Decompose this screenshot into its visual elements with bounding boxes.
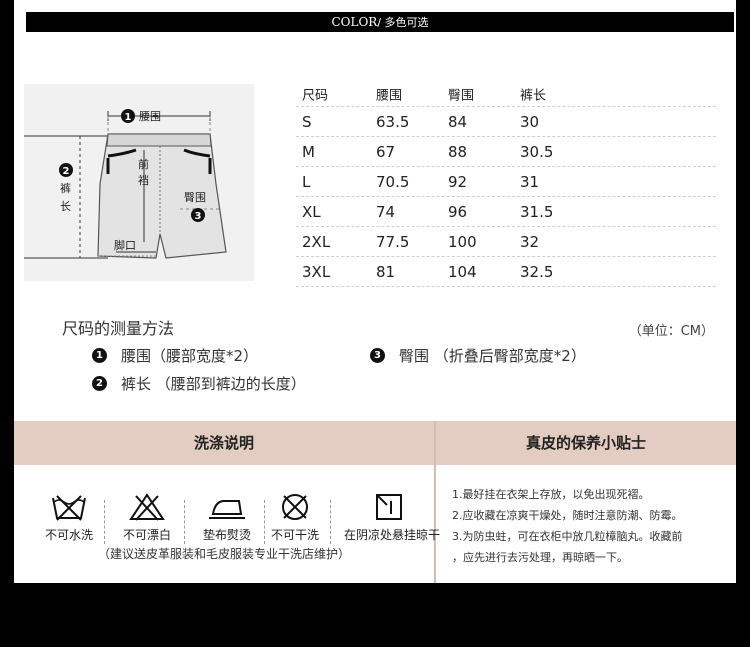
badge-3: 3: [370, 348, 385, 363]
cell-length: 30.5: [520, 142, 554, 161]
hem-label: 脚口: [114, 238, 136, 252]
measure-item-length: 2 裤长 （腰部到裤边的长度）: [92, 373, 306, 394]
cell-length: 32.5: [520, 262, 554, 281]
measure-text: 臀围 （折叠后臀部宽度*2）: [399, 347, 586, 365]
cell-length: 32: [520, 232, 540, 251]
cell-waist: 67: [376, 142, 396, 161]
cell-hip: 84: [448, 112, 468, 131]
tip-line: ，应先进行去污处理，再晾晒一下。: [452, 551, 628, 564]
crotch-label-2: 裆: [138, 174, 149, 187]
length-label-2: 长: [60, 200, 71, 213]
cell-size: 3XL: [302, 262, 331, 281]
divider: [330, 500, 332, 544]
no-dry-clean-icon: 不可干洗: [256, 492, 334, 543]
measure-title: 尺码的测量方法: [62, 319, 175, 338]
svg-text:2: 2: [63, 166, 70, 177]
cell-length: 30: [520, 112, 540, 131]
cell-size: S: [302, 112, 312, 131]
icon-label: 不可水洗: [44, 528, 93, 542]
hang-dry-shade-icon: 在阴凉处悬挂晾干: [344, 492, 441, 543]
cell-size: 2XL: [302, 232, 331, 251]
care-note: （建议送皮革服装和毛皮服装专业干洗店维护）: [97, 547, 350, 561]
svg-text:3: 3: [195, 211, 202, 222]
hip-label: 臀围: [184, 191, 206, 204]
table-row: 2XL 77.5 100 32: [296, 227, 716, 257]
tips-title: 真皮的保养小贴士: [525, 434, 646, 452]
table-header-row: 尺码 腰围 臀围 裤长: [296, 82, 716, 107]
shorts-illustration: 1 2 3 腰围 裤 长 前 裆 臀围 脚口: [24, 109, 227, 259]
shorts-diagram: 1 2 3 腰围 裤 长 前 裆 臀围 脚口: [24, 84, 254, 281]
badge-1: 1: [92, 348, 107, 363]
cell-waist: 70.5: [376, 172, 410, 191]
cell-length: 31: [520, 172, 540, 191]
cell-length: 31.5: [520, 202, 554, 221]
table-row: L 70.5 92 31: [296, 167, 716, 197]
no-bleach-icon: 不可漂白: [108, 492, 186, 543]
no-water-wash-icon: 不可水洗: [30, 492, 108, 543]
care-icons: 不可水洗 不可漂白 垫布熨烫 不可干洗 在阴凉处悬挂晾干: [34, 492, 441, 544]
tip-line: 3.为防虫蛀，可在衣柜中放几粒樟脑丸。收藏前: [452, 530, 683, 543]
cell-waist: 74: [376, 202, 396, 221]
icon-label: 不可漂白: [122, 528, 171, 542]
cell-waist: 63.5: [376, 112, 410, 131]
care-header: 洗涤说明 真皮的保养小贴士: [14, 421, 736, 465]
divider: [104, 500, 106, 544]
header-waist: 腰围: [376, 88, 403, 104]
wash-title: 洗涤说明: [193, 434, 254, 452]
icon-label: 垫布熨烫: [202, 528, 251, 542]
table-row: S 63.5 84 30: [296, 107, 716, 137]
unit-label: （单位：CM）: [628, 324, 714, 339]
cell-hip: 92: [448, 172, 468, 191]
product-detail-panel: COLOR/ 多色可选 1 2 3 腰围 裤 长 前 裆 臀围 脚口 尺码 腰围…: [14, 0, 736, 583]
cell-size: M: [302, 142, 315, 161]
header-hip: 臀围: [448, 88, 475, 104]
cell-waist: 81: [376, 262, 396, 281]
tip-line: 2.应收藏在凉爽干燥处，随时注意防潮、防霉。: [452, 509, 683, 522]
header-length: 裤长: [520, 88, 547, 104]
cell-hip: 100: [448, 232, 477, 251]
care-divider: [434, 421, 436, 583]
cell-size: L: [302, 172, 311, 191]
icon-label: 在阴凉处悬挂晾干: [344, 528, 441, 542]
color-suffix: / 多色可选: [377, 16, 429, 29]
divider: [184, 500, 186, 544]
crotch-label-1: 前: [138, 157, 149, 171]
color-label: COLOR: [331, 15, 378, 29]
care-tips: 1.最好挂在衣架上存放，以免出现死褶。 2.应收藏在凉爽干燥处，随时注意防潮、防…: [452, 484, 732, 568]
svg-text:1: 1: [125, 112, 132, 123]
cell-hip: 88: [448, 142, 468, 161]
measure-item-hip: 3 臀围 （折叠后臀部宽度*2）: [370, 345, 586, 366]
cell-size: XL: [302, 202, 321, 221]
tip-line: 1.最好挂在衣架上存放，以免出现死褶。: [452, 488, 650, 501]
length-label-1: 裤: [60, 181, 71, 195]
table-row: M 67 88 30.5: [296, 137, 716, 167]
measure-text: 裤长 （腰部到裤边的长度）: [121, 375, 306, 393]
color-banner: COLOR/ 多色可选: [26, 12, 734, 32]
header-size: 尺码: [302, 88, 329, 104]
table-row: 3XL 81 104 32.5: [296, 257, 716, 287]
iron-with-cloth-icon: 垫布熨烫: [188, 492, 266, 543]
cell-waist: 77.5: [376, 232, 410, 251]
cell-hip: 96: [448, 202, 468, 221]
waist-label: 腰围: [139, 110, 161, 123]
measure-text: 腰围（腰部宽度*2）: [121, 347, 259, 365]
badge-2: 2: [92, 376, 107, 391]
cell-hip: 104: [448, 262, 477, 281]
icon-label: 不可干洗: [270, 528, 319, 542]
size-table: 尺码 腰围 臀围 裤长 S 63.5 84 30 M 67 88 30.5 L …: [296, 82, 716, 287]
table-row: XL 74 96 31.5: [296, 197, 716, 227]
measure-item-waist: 1 腰围（腰部宽度*2）: [92, 345, 258, 366]
